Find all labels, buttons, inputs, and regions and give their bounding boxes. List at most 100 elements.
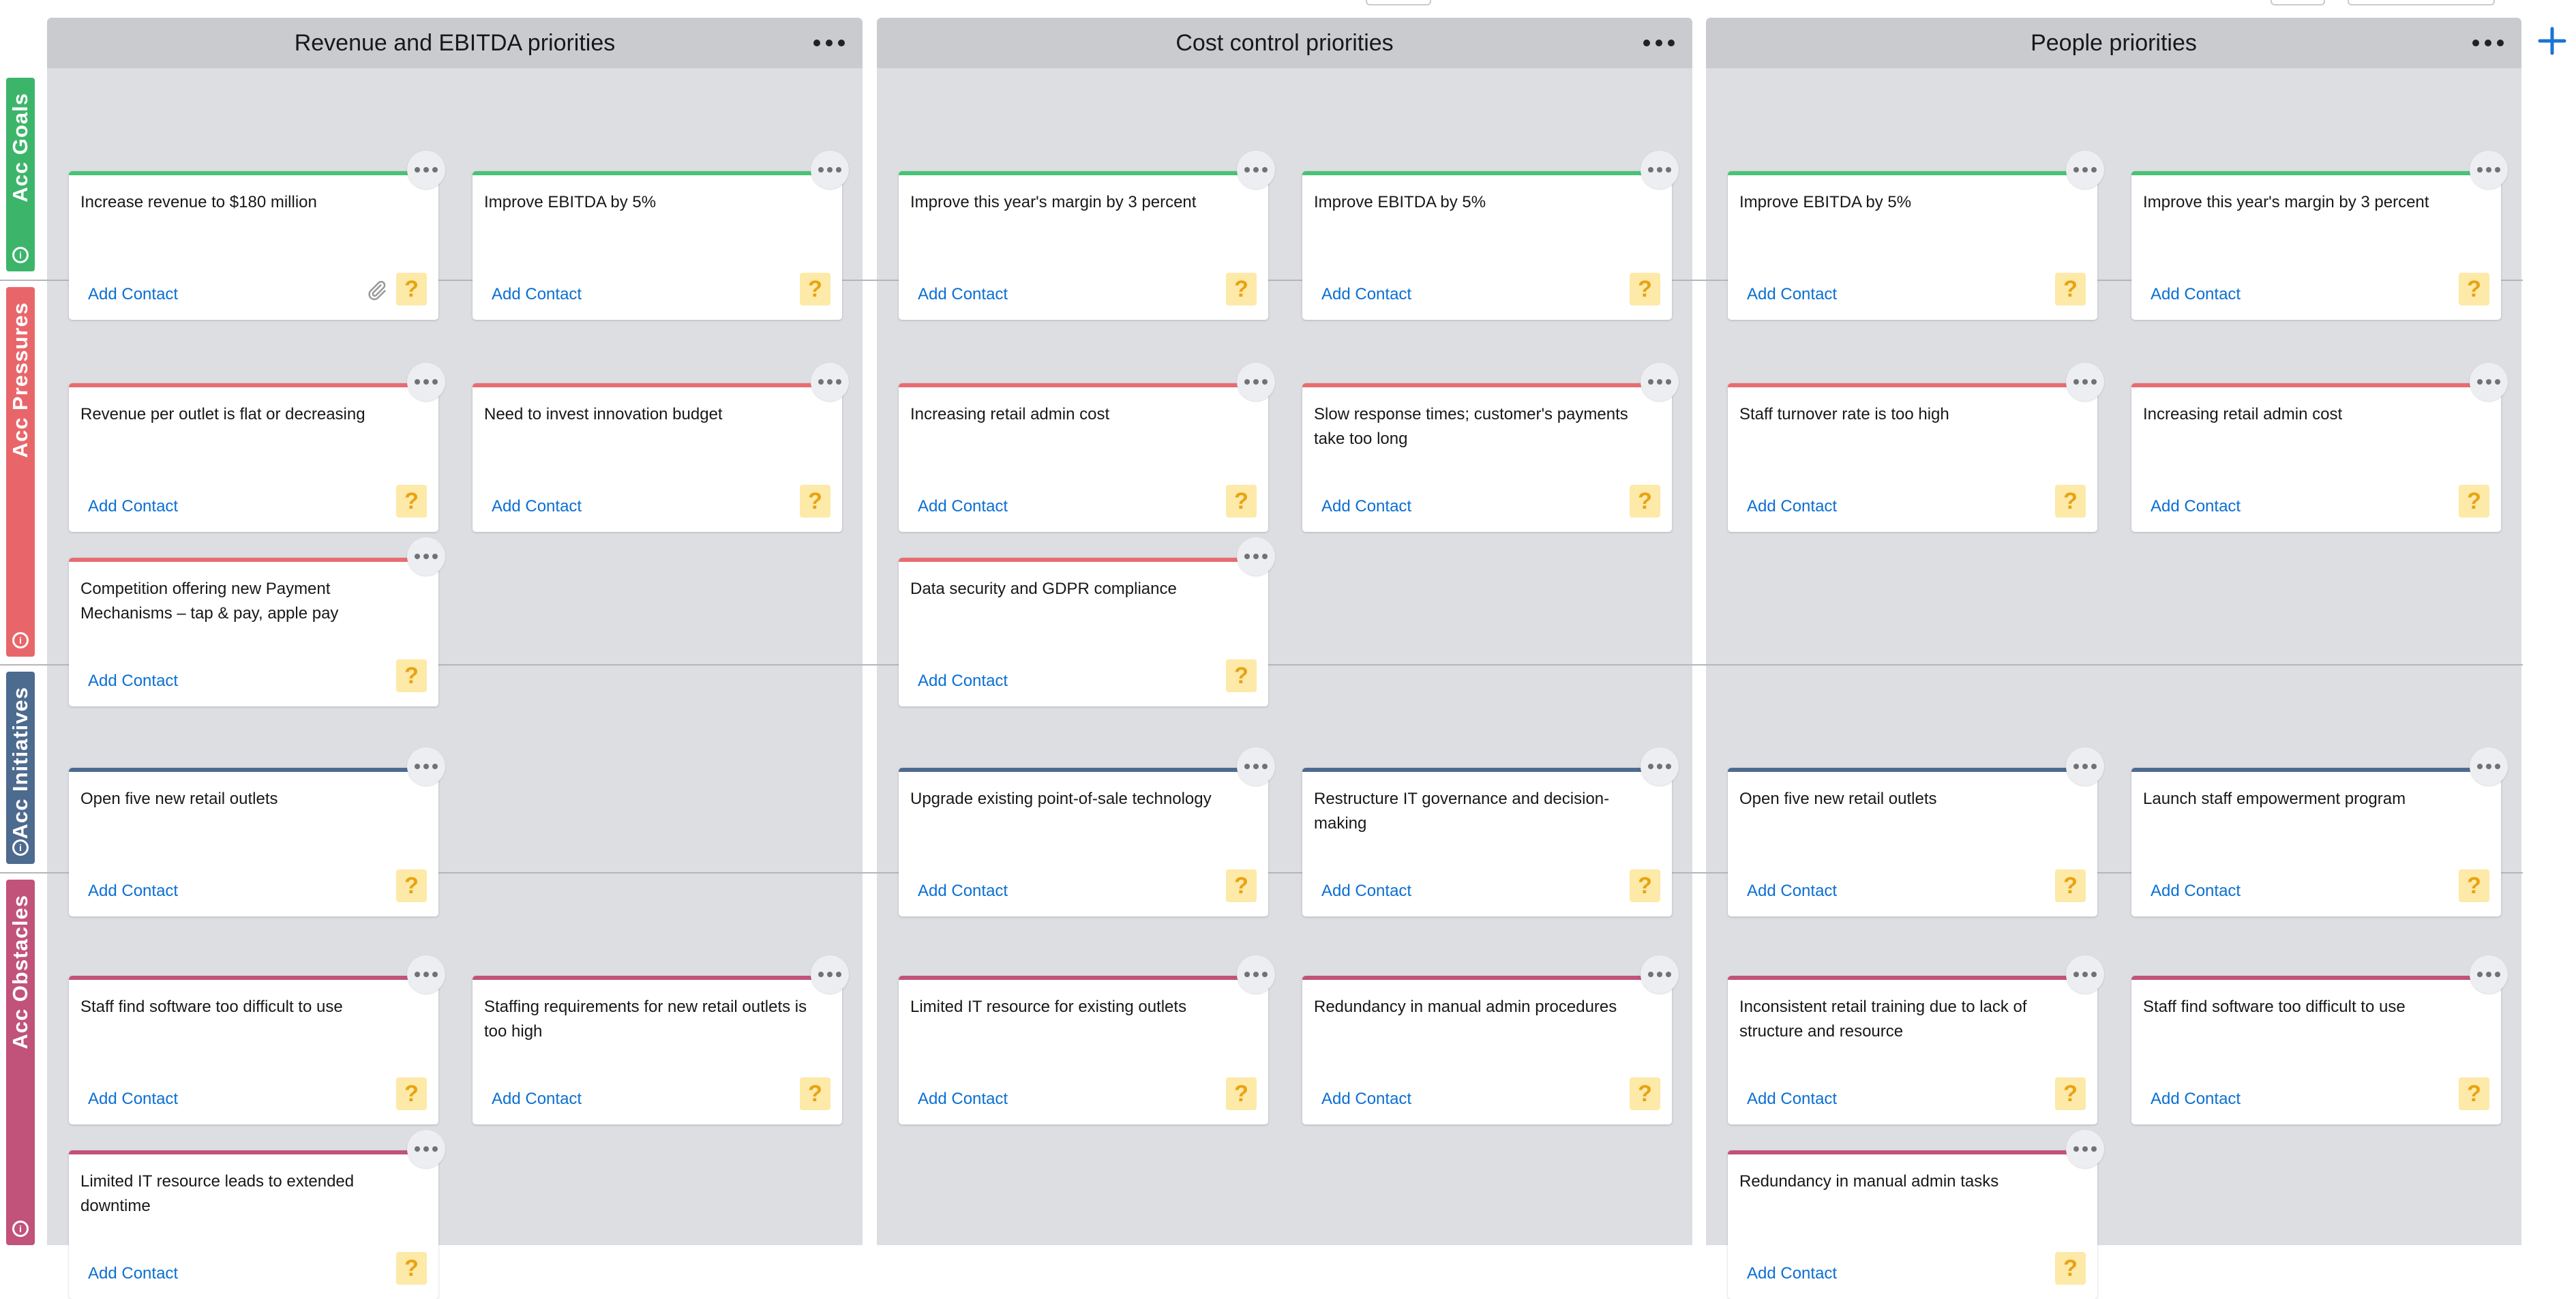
card-menu-icon[interactable] [2470,151,2508,189]
card-menu-icon[interactable] [1641,363,1679,401]
help-icon[interactable]: ? [396,485,427,518]
card[interactable]: Increasing retail admin cost Add Contact? [899,363,1275,532]
card[interactable]: Staff turnover rate is too high Add Conta… [1728,363,2104,532]
card[interactable]: Improve this year's margin by 3 percent A… [2131,151,2508,320]
add-contact-link[interactable]: Add Contact [88,1264,178,1283]
help-icon[interactable]: ? [1226,1077,1257,1110]
add-contact-link[interactable]: Add Contact [918,497,1008,516]
add-contact-link[interactable]: Add Contact [492,1090,582,1109]
help-icon[interactable]: ? [2055,273,2086,305]
card-menu-icon[interactable] [2470,363,2508,401]
help-icon[interactable]: ? [2055,1252,2086,1285]
add-contact-link[interactable]: Add Contact [1747,497,1837,516]
add-contact-link[interactable]: Add Contact [492,285,582,304]
add-contact-link[interactable]: Add Contact [918,882,1008,901]
card[interactable]: Need to invest innovation budget Add Cont… [473,363,849,532]
card[interactable]: Restructure IT governance and decision-m… [1302,747,1679,916]
add-contact-link[interactable]: Add Contact [88,672,178,691]
info-icon[interactable]: i [12,632,29,648]
card[interactable]: Upgrade existing point-of-sale technolog… [899,747,1275,916]
add-contact-link[interactable]: Add Contact [918,1090,1008,1109]
card-menu-icon[interactable] [2470,747,2508,786]
card-menu-icon[interactable] [2066,1130,2104,1168]
add-contact-link[interactable]: Add Contact [88,882,178,901]
row-label-acc-pressures[interactable]: Acc Pressures i [6,287,35,657]
card-menu-icon[interactable] [407,955,445,994]
card-menu-icon[interactable] [1641,747,1679,786]
help-icon[interactable]: ? [2055,1077,2086,1110]
add-contact-link[interactable]: Add Contact [1321,1090,1411,1109]
plus-icon[interactable] [2534,23,2570,59]
card-menu-icon[interactable] [2066,955,2104,994]
help-icon[interactable]: ? [800,273,830,305]
help-icon[interactable]: ? [2459,1077,2489,1110]
card-menu-icon[interactable] [2066,747,2104,786]
add-contact-link[interactable]: Add Contact [88,285,178,304]
help-icon[interactable]: ? [2459,485,2489,518]
add-contact-link[interactable]: Add Contact [88,497,178,516]
card[interactable]: Revenue per outlet is flat or decreasing… [69,363,445,532]
card-menu-icon[interactable] [1641,955,1679,994]
card[interactable]: Slow response times; customer's payments… [1302,363,1679,532]
help-icon[interactable]: ? [2055,869,2086,902]
help-icon[interactable]: ? [1630,869,1660,902]
card-menu-icon[interactable] [811,151,849,189]
row-label-acc-obstacles[interactable]: Acc Obstacles i [6,880,35,1245]
ellipsis-icon[interactable] [2472,31,2504,55]
add-contact-link[interactable]: Add Contact [88,1090,178,1109]
paperclip-icon[interactable] [365,279,388,302]
card-menu-icon[interactable] [407,747,445,786]
card-menu-icon[interactable] [2066,151,2104,189]
card[interactable]: Improve EBITDA by 5% Add Contact? [1728,151,2104,320]
card-menu-icon[interactable] [1237,537,1275,576]
card[interactable]: Increasing retail admin cost Add Contact? [2131,363,2508,532]
help-icon[interactable]: ? [396,1252,427,1285]
card[interactable]: Data security and GDPR compliance Add Con… [899,537,1275,706]
card[interactable]: Improve this year's margin by 3 percent A… [899,151,1275,320]
help-icon[interactable]: ? [396,1077,427,1110]
add-contact-link[interactable]: Add Contact [1321,497,1411,516]
row-label-acc-initiatives[interactable]: Acc Initiatives i [6,672,35,864]
help-icon[interactable]: ? [1226,273,1257,305]
help-icon[interactable]: ? [1226,869,1257,902]
help-icon[interactable]: ? [800,1077,830,1110]
add-contact-link[interactable]: Add Contact [2151,882,2241,901]
add-contact-link[interactable]: Add Contact [2151,497,2241,516]
card-menu-icon[interactable] [1237,151,1275,189]
card-menu-icon[interactable] [1641,151,1679,189]
card-menu-icon[interactable] [1237,747,1275,786]
help-icon[interactable]: ? [1630,1077,1660,1110]
help-icon[interactable]: ? [396,273,427,305]
add-contact-link[interactable]: Add Contact [1747,1090,1837,1109]
card[interactable]: Limited IT resource leads to extended do… [69,1130,445,1299]
help-icon[interactable]: ? [2459,273,2489,305]
card[interactable]: Improve EBITDA by 5% Add Contact? [473,151,849,320]
help-icon[interactable]: ? [2055,485,2086,518]
add-contact-link[interactable]: Add Contact [2151,1090,2241,1109]
ellipsis-icon[interactable] [813,31,845,55]
add-contact-link[interactable]: Add Contact [1321,285,1411,304]
add-contact-link[interactable]: Add Contact [1747,285,1837,304]
help-icon[interactable]: ? [1630,273,1660,305]
card-menu-icon[interactable] [1237,955,1275,994]
card-menu-icon[interactable] [407,363,445,401]
card-menu-icon[interactable] [2470,955,2508,994]
help-icon[interactable]: ? [2459,869,2489,902]
info-icon[interactable]: i [12,247,29,263]
card[interactable]: Staff find software too difficult to use… [2131,955,2508,1124]
card-menu-icon[interactable] [811,363,849,401]
info-icon[interactable]: i [12,1221,29,1237]
add-contact-link[interactable]: Add Contact [1321,882,1411,901]
card-menu-icon[interactable] [407,151,445,189]
add-contact-link[interactable]: Add Contact [918,672,1008,691]
help-icon[interactable]: ? [1226,659,1257,692]
card[interactable]: Staff find software too difficult to use… [69,955,445,1124]
card[interactable]: Staffing requirements for new retail out… [473,955,849,1124]
card-menu-icon[interactable] [811,955,849,994]
card[interactable]: Redundancy in manual admin procedures Add… [1302,955,1679,1124]
card[interactable]: Inconsistent retail training due to lack… [1728,955,2104,1124]
help-icon[interactable]: ? [396,869,427,902]
card-menu-icon[interactable] [407,1130,445,1168]
help-icon[interactable]: ? [1226,485,1257,518]
card-menu-icon[interactable] [407,537,445,576]
